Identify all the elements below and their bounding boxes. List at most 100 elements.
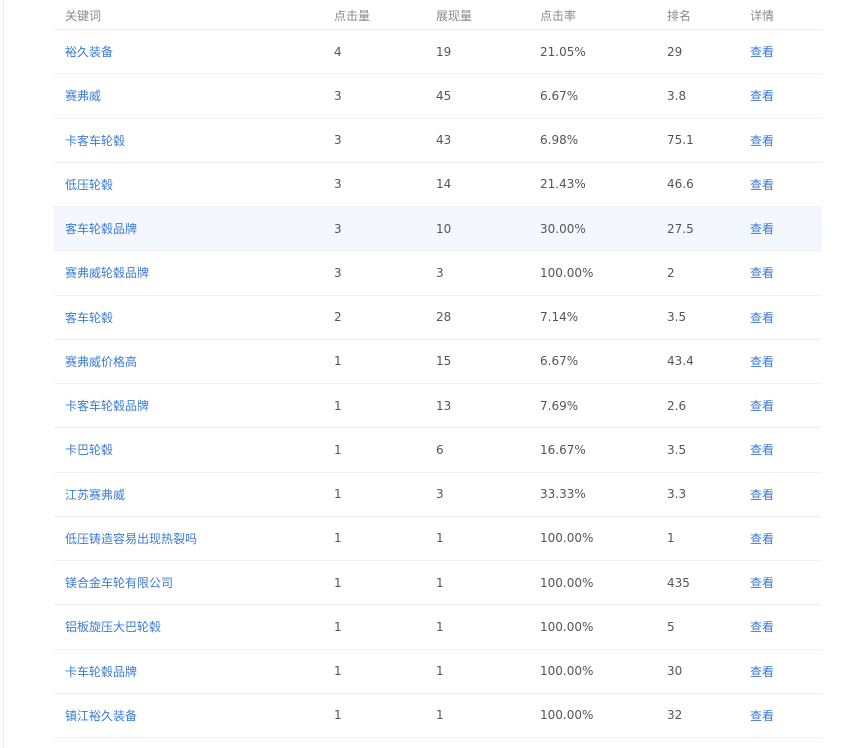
keyword-link[interactable]: 低压铸造容易出现热裂吗 [65,517,197,560]
ctr-cell: 100.00% [540,619,594,634]
view-detail-link[interactable]: 查看 [750,251,774,294]
rank-cell: 32 [667,708,683,723]
view-detail-link[interactable]: 查看 [750,650,774,693]
clicks-cell: 3 [334,133,342,148]
header-clicks: 点击量 [334,9,371,23]
page-left-border [3,0,4,748]
table-body: 裕久装备 4 19 21.05% 29 查看 赛弗威 3 45 6.67% 3.8 查看 卡客车轮毂 3 4… [54,30,822,738]
view-detail-link[interactable]: 查看 [750,296,774,339]
clicks-cell: 2 [334,310,342,325]
impressions-cell: 13 [436,398,452,413]
keyword-link[interactable]: 低压轮毂 [65,163,113,206]
clicks-cell: 1 [334,442,342,457]
impressions-cell: 1 [436,531,444,546]
view-detail-link[interactable]: 查看 [750,517,774,560]
rank-cell: 435 [667,575,690,590]
clicks-cell: 1 [334,531,342,546]
view-detail-link[interactable]: 查看 [750,605,774,648]
table-row: 赛弗威 3 45 6.67% 3.8 查看 [54,74,822,119]
clicks-cell: 1 [334,398,342,413]
keyword-link[interactable]: 卡巴轮毂 [65,428,113,471]
table-row: 裕久装备 4 19 21.05% 29 查看 [54,30,822,75]
rank-cell: 27.5 [667,221,694,236]
keyword-link[interactable]: 客车轮毂品牌 [65,207,137,250]
keyword-link[interactable]: 裕久装备 [65,30,113,73]
table-row: 卡巴轮毂 1 6 16.67% 3.5 查看 [54,428,822,473]
keyword-link[interactable]: 卡客车轮毂 [65,119,125,162]
ctr-cell: 6.98% [540,133,579,148]
header-keyword: 关键词 [65,9,102,23]
keyword-link[interactable]: 赛弗威价格高 [65,340,137,383]
ctr-cell: 30.00% [540,221,586,236]
impressions-cell: 1 [436,619,444,634]
keyword-link[interactable]: 卡车轮毂品牌 [65,650,137,693]
view-detail-link[interactable]: 查看 [750,30,774,73]
impressions-cell: 43 [436,133,452,148]
keyword-link[interactable]: 江苏赛弗威 [65,473,125,516]
table-row: 客车轮毂品牌 3 10 30.00% 27.5 查看 [54,207,822,252]
view-detail-link[interactable]: 查看 [750,207,774,250]
view-detail-link[interactable]: 查看 [750,119,774,162]
ctr-cell: 100.00% [540,664,594,679]
clicks-cell: 1 [334,708,342,723]
rank-cell: 5 [667,619,675,634]
ctr-cell: 7.14% [540,310,579,325]
table-row: 卡客车轮毂品牌 1 13 7.69% 2.6 查看 [54,384,822,429]
keyword-link[interactable]: 客车轮毂 [65,296,113,339]
view-detail-link[interactable]: 查看 [750,428,774,471]
view-detail-link[interactable]: 查看 [750,473,774,516]
view-detail-link[interactable]: 查看 [750,561,774,604]
keyword-table: 关键词 点击量 展现量 点击率 排名 详情 裕久装备 4 19 21.05% 29 查看赛… [54,0,822,738]
keyword-link[interactable]: 镁合金车轮有限公司 [65,561,173,604]
header-ctr: 点击率 [540,9,577,23]
rank-cell: 3.3 [667,487,687,502]
view-detail-link[interactable]: 查看 [750,163,774,206]
table-row: 镇江裕久装备 1 1 100.00% 32 查看 [54,694,822,738]
header-rank: 排名 [667,9,692,23]
table-row: 低压铸造容易出现热裂吗 1 1 100.00% 1 查看 [54,517,822,561]
impressions-cell: 14 [436,177,452,192]
impressions-cell: 6 [436,442,444,457]
impressions-cell: 28 [436,310,452,325]
keyword-link[interactable]: 赛弗威 [65,74,101,117]
view-detail-link[interactable]: 查看 [750,340,774,383]
clicks-cell: 1 [334,354,342,369]
header-impressions: 展现量 [436,9,473,23]
ctr-cell: 7.69% [540,398,579,413]
rank-cell: 2 [667,265,675,280]
rank-cell: 75.1 [667,133,694,148]
clicks-cell: 3 [334,221,342,236]
view-detail-link[interactable]: 查看 [750,384,774,427]
keyword-link[interactable]: 镇江裕久装备 [65,694,137,737]
clicks-cell: 3 [334,88,342,103]
impressions-cell: 3 [436,265,444,280]
keyword-link[interactable]: 铝板旋压大巴轮毂 [65,605,161,648]
impressions-cell: 3 [436,487,444,502]
clicks-cell: 1 [334,487,342,502]
rank-cell: 3.5 [667,310,687,325]
ctr-cell: 100.00% [540,575,594,590]
table-row: 赛弗威轮毂品牌 3 3 100.00% 2 查看 [54,251,822,296]
ctr-cell: 6.67% [540,354,579,369]
ctr-cell: 100.00% [540,531,594,546]
ctr-cell: 33.33% [540,487,586,502]
clicks-cell: 4 [334,44,342,59]
table-row: 客车轮毂 2 28 7.14% 3.5 查看 [54,296,822,340]
rank-cell: 46.6 [667,177,694,192]
table-row: 江苏赛弗威 1 3 33.33% 3.3 查看 [54,473,822,517]
table-row: 低压轮毂 3 14 21.43% 46.6 查看 [54,163,822,207]
clicks-cell: 1 [334,664,342,679]
rank-cell: 3.5 [667,442,687,457]
ctr-cell: 21.05% [540,44,586,59]
impressions-cell: 45 [436,88,452,103]
rank-cell: 43.4 [667,354,694,369]
impressions-cell: 19 [436,44,452,59]
ctr-cell: 16.67% [540,442,586,457]
ctr-cell: 21.43% [540,177,586,192]
view-detail-link[interactable]: 查看 [750,74,774,117]
rank-cell: 1 [667,531,675,546]
keyword-link[interactable]: 赛弗威轮毂品牌 [65,251,149,294]
keyword-link[interactable]: 卡客车轮毂品牌 [65,384,149,427]
view-detail-link[interactable]: 查看 [750,694,774,737]
clicks-cell: 3 [334,177,342,192]
